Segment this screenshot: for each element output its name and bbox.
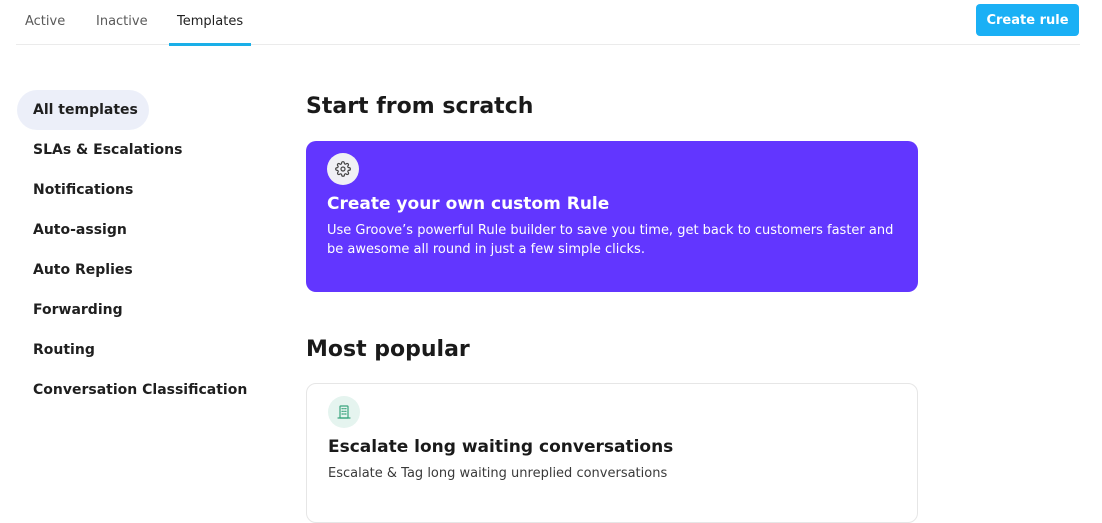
sidebar-item-auto-replies[interactable]: Auto Replies (17, 250, 237, 290)
building-icon (328, 396, 360, 428)
sidebar-item-routing[interactable]: Routing (17, 330, 237, 370)
sidebar-item-all-templates[interactable]: All templates (17, 90, 149, 130)
custom-rule-card[interactable]: Create your own custom Rule Use Groove’s… (306, 141, 918, 292)
tab-templates[interactable]: Templates (169, 0, 252, 46)
sidebar-item-slas-escalations[interactable]: SLAs & Escalations (17, 130, 237, 170)
rules-tab-bar: Active Inactive Templates (16, 0, 1080, 46)
create-rule-button[interactable]: Create rule (976, 4, 1079, 36)
templates-main: Start from scratch Create your own custo… (306, 90, 918, 523)
sidebar-item-conversation-classification[interactable]: Conversation Classification (17, 370, 247, 410)
custom-rule-title: Create your own custom Rule (327, 194, 610, 214)
tab-inactive[interactable]: Inactive (96, 0, 148, 45)
template-category-sidebar: All templates SLAs & Escalations Notific… (17, 90, 247, 410)
sidebar-item-notifications[interactable]: Notifications (17, 170, 237, 210)
tab-active[interactable]: Active (25, 0, 65, 45)
template-description: Escalate & Tag long waiting unreplied co… (328, 466, 668, 481)
popular-section-title: Most popular (306, 337, 470, 362)
sidebar-item-forwarding[interactable]: Forwarding (17, 290, 237, 330)
custom-rule-description: Use Groove’s powerful Rule builder to sa… (327, 223, 894, 257)
template-card-escalate-long-waiting[interactable]: Escalate long waiting conversations Esca… (306, 383, 918, 523)
gear-icon (327, 153, 359, 185)
template-title: Escalate long waiting conversations (328, 437, 674, 457)
sidebar-item-auto-assign[interactable]: Auto-assign (17, 210, 237, 250)
scratch-section-title: Start from scratch (306, 94, 534, 119)
